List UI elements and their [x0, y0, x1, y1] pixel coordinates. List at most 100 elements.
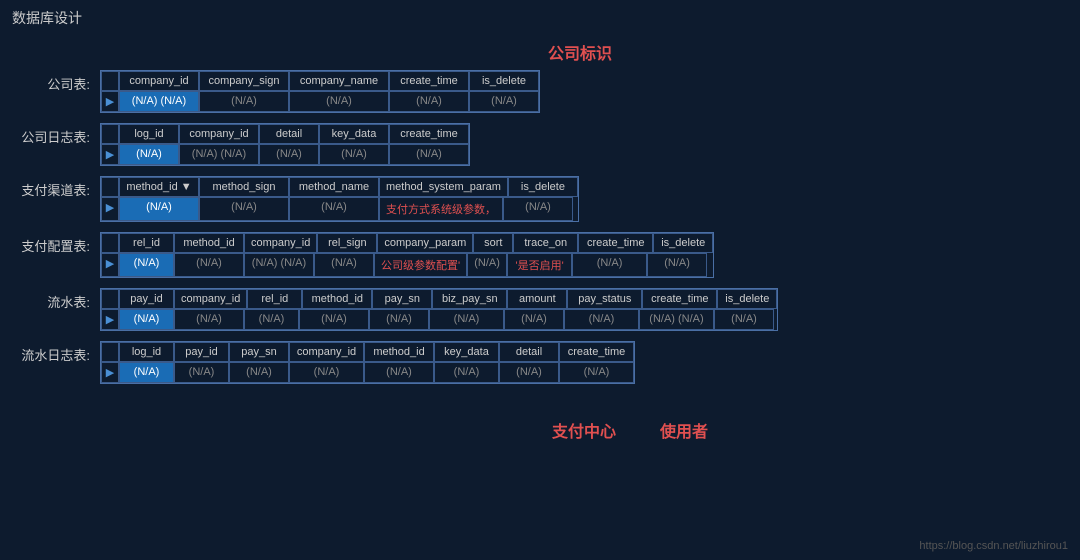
table-cell: (N/A)	[499, 362, 559, 383]
column-header: company_name	[289, 71, 389, 91]
table-cell: (N/A)	[174, 362, 229, 383]
table-cell: (N/A)	[289, 362, 364, 383]
column-header: create_time	[559, 342, 634, 362]
table-cell: (N/A)	[714, 309, 774, 330]
column-header: pay_id	[119, 289, 174, 309]
db-row: 支付渠道表:method_id ▼method_signmethod_namem…	[20, 176, 1060, 222]
floating-label-user: 使用者	[660, 418, 708, 442]
table-label: 支付渠道表:	[20, 176, 100, 199]
table-cell: '是否启用'	[507, 253, 572, 277]
table-wrapper: method_id ▼method_signmethod_namemethod_…	[100, 176, 579, 222]
column-header: create_time	[389, 124, 469, 144]
table-cell: (N/A)	[504, 309, 564, 330]
column-header: company_id	[289, 342, 364, 362]
column-header: biz_pay_sn	[432, 289, 507, 309]
table-cell: (N/A)	[434, 362, 499, 383]
column-header: pay_id	[174, 342, 229, 362]
row-arrow: ▶	[101, 197, 119, 221]
table-wrapper: company_idcompany_signcompany_namecreate…	[100, 70, 540, 113]
column-header: company_id	[119, 71, 199, 91]
column-header: create_time	[389, 71, 469, 91]
table-cell: (N/A)	[289, 91, 389, 112]
column-header: detail	[259, 124, 319, 144]
column-header: method_id ▼	[119, 177, 199, 197]
row-arrow: ▶	[101, 309, 119, 330]
company-sign-heading: 公司标识	[100, 36, 1060, 70]
table-wrapper: rel_idmethod_idcompany_idrel_signcompany…	[100, 232, 714, 278]
table-cell: (N/A) (N/A)	[244, 253, 314, 277]
table-cell: (N/A)	[259, 144, 319, 165]
db-row: 公司日志表:log_idcompany_iddetailkey_datacrea…	[20, 123, 1060, 166]
table-wrapper: pay_idcompany_idrel_idmethod_idpay_snbiz…	[100, 288, 778, 331]
column-header: method_sign	[199, 177, 289, 197]
column-header: company_id	[174, 289, 247, 309]
column-header: log_id	[119, 124, 179, 144]
db-row: 流水表:pay_idcompany_idrel_idmethod_idpay_s…	[20, 288, 1060, 331]
table-cell: (N/A)	[647, 253, 707, 277]
table-cell: (N/A)	[119, 362, 174, 383]
table-cell: (N/A)	[174, 309, 244, 330]
table-cell: (N/A)	[369, 309, 429, 330]
table-cell: (N/A)	[467, 253, 507, 277]
table-wrapper: log_idpay_idpay_sncompany_idmethod_idkey…	[100, 341, 635, 384]
column-header: create_time	[578, 233, 653, 253]
column-header: company_param	[377, 233, 473, 253]
column-header: company_id	[179, 124, 259, 144]
column-header: detail	[499, 342, 559, 362]
table-cell: (N/A)	[389, 91, 469, 112]
column-header: rel_id	[247, 289, 302, 309]
column-header: pay_sn	[229, 342, 289, 362]
table-cell: (N/A)	[469, 91, 539, 112]
table-cell: (N/A)	[319, 144, 389, 165]
table-cell: (N/A) (N/A)	[119, 91, 199, 112]
column-header: is_delete	[508, 177, 578, 197]
table-label: 公司表:	[20, 70, 100, 93]
table-label: 支付配置表:	[20, 232, 100, 255]
column-header: key_data	[434, 342, 499, 362]
table-wrapper: log_idcompany_iddetailkey_datacreate_tim…	[100, 123, 470, 166]
column-header: pay_status	[567, 289, 642, 309]
column-header: company_id	[244, 233, 317, 253]
table-cell: (N/A)	[174, 253, 244, 277]
table-cell: (N/A)	[229, 362, 289, 383]
footer-url: https://blog.csdn.net/liuzhirou1	[919, 540, 1068, 552]
column-header: rel_id	[119, 233, 174, 253]
table-cell: (N/A)	[559, 362, 634, 383]
table-cell: (N/A)	[199, 91, 289, 112]
column-header: method_id	[302, 289, 372, 309]
row-arrow: ▶	[101, 253, 119, 277]
column-header: method_system_param	[379, 177, 508, 197]
table-cell: (N/A) (N/A)	[639, 309, 714, 330]
table-cell: (N/A)	[314, 253, 374, 277]
column-header: trace_on	[513, 233, 578, 253]
table-cell: (N/A)	[119, 197, 199, 221]
table-label: 流水日志表:	[20, 341, 100, 364]
db-row: 流水日志表:log_idpay_idpay_sncompany_idmethod…	[20, 341, 1060, 384]
table-label: 公司日志表:	[20, 123, 100, 146]
table-cell: (N/A)	[119, 144, 179, 165]
db-row: 公司表:company_idcompany_signcompany_namecr…	[20, 70, 1060, 113]
table-cell: (N/A)	[503, 197, 573, 221]
column-header: rel_sign	[317, 233, 377, 253]
table-cell: (N/A) (N/A)	[179, 144, 259, 165]
row-arrow: ▶	[101, 144, 119, 165]
row-arrow: ▶	[101, 91, 119, 112]
floating-label-payment-center: 支付中心	[552, 418, 616, 442]
column-header: is_delete	[717, 289, 777, 309]
column-header: method_id	[364, 342, 434, 362]
table-cell: (N/A)	[289, 197, 379, 221]
column-header: method_id	[174, 233, 244, 253]
column-header: method_name	[289, 177, 379, 197]
db-row: 支付配置表:rel_idmethod_idcompany_idrel_signc…	[20, 232, 1060, 278]
page-title: 数据库设计	[0, 0, 1080, 32]
column-header: is_delete	[653, 233, 713, 253]
table-cell: 公司级参数配置'	[374, 253, 467, 277]
table-cell: (N/A)	[244, 309, 299, 330]
table-cell: (N/A)	[564, 309, 639, 330]
table-cell: (N/A)	[364, 362, 434, 383]
row-arrow: ▶	[101, 362, 119, 383]
table-cell: (N/A)	[299, 309, 369, 330]
column-header: pay_sn	[372, 289, 432, 309]
table-cell: (N/A)	[119, 309, 174, 330]
table-label: 流水表:	[20, 288, 100, 311]
